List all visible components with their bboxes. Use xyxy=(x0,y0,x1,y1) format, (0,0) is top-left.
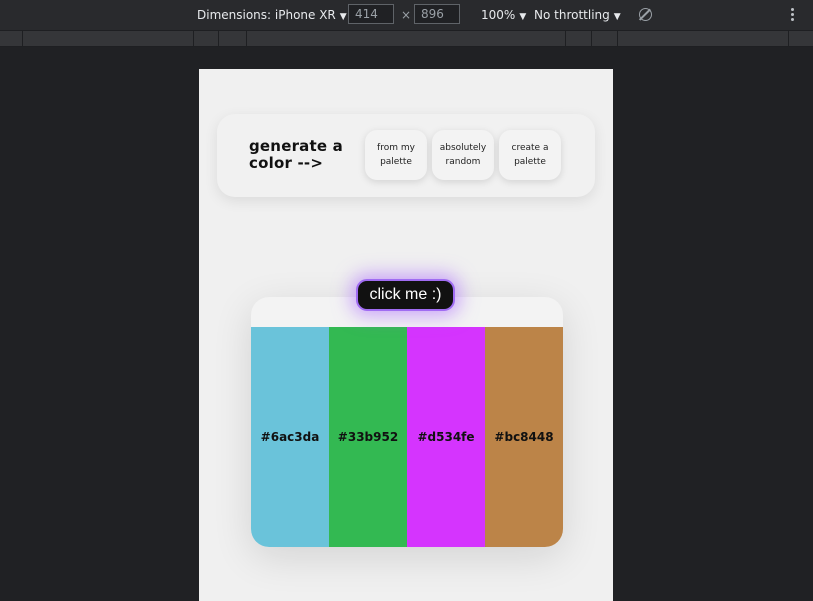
times-symbol: × xyxy=(401,8,412,22)
swatch-hex-label: #bc8448 xyxy=(494,430,554,444)
generate-card: generate a color --> from my palette abs… xyxy=(217,114,595,197)
swatch-row: #6ac3da #33b952 #d534fe #bc8448 xyxy=(251,327,563,547)
media-query-ruler[interactable] xyxy=(0,30,813,47)
swatch-hex-label: #d534fe xyxy=(417,430,475,444)
generate-title: generate a color --> xyxy=(249,137,343,172)
swatch-hex-label: #33b952 xyxy=(337,430,399,444)
height-input[interactable]: 896 xyxy=(414,4,460,24)
chevron-down-icon: ▼ xyxy=(519,12,527,22)
swatch-hex-label: #6ac3da xyxy=(260,430,320,444)
swatch[interactable]: #6ac3da xyxy=(251,327,329,547)
device-toolbar: Dimensions: iPhone XR ▼ 414 × 896 100% ▼ N… xyxy=(0,0,813,30)
swatch[interactable]: #33b952 xyxy=(329,327,407,547)
dimensions-dropdown[interactable]: Dimensions: iPhone XR ▼ xyxy=(197,8,347,22)
device-viewport: generate a color --> from my palette abs… xyxy=(199,69,613,601)
zoom-dropdown[interactable]: 100% ▼ xyxy=(481,8,526,22)
chevron-down-icon: ▼ xyxy=(339,12,347,22)
absolutely-random-button[interactable]: absolutely random xyxy=(432,130,494,180)
from-my-palette-button[interactable]: from my palette xyxy=(365,130,427,180)
zoom-label: 100% xyxy=(481,8,516,22)
dimensions-label: Dimensions: iPhone XR xyxy=(197,8,336,22)
throttling-dropdown[interactable]: No throttling ▼ xyxy=(534,8,621,22)
throttling-label: No throttling xyxy=(534,8,610,22)
rotate-icon[interactable] xyxy=(639,8,652,21)
chevron-down-icon: ▼ xyxy=(613,12,621,22)
palette-card: #6ac3da #33b952 #d534fe #bc8448 xyxy=(251,297,563,547)
width-input[interactable]: 414 xyxy=(348,4,394,24)
create-a-palette-button[interactable]: create a palette xyxy=(499,130,561,180)
swatch[interactable]: #bc8448 xyxy=(485,327,563,547)
more-options-icon[interactable] xyxy=(791,8,794,23)
click-me-button[interactable]: click me :) xyxy=(356,279,455,311)
swatch[interactable]: #d534fe xyxy=(407,327,485,547)
